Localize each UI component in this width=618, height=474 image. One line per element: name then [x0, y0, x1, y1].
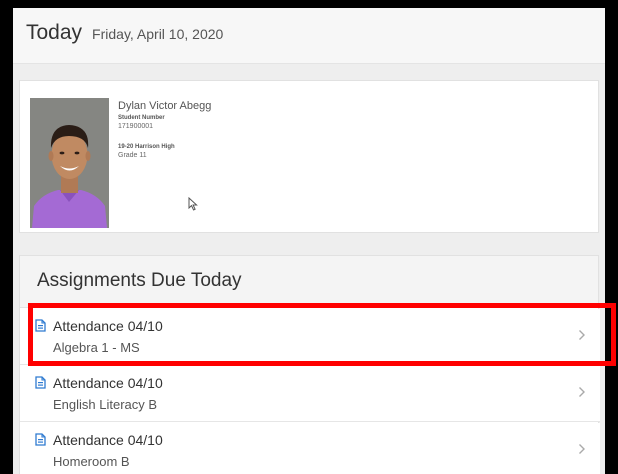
student-card[interactable]: Dylan Victor Abegg Student Number 171900…: [19, 80, 599, 233]
assignments-title: Assignments Due Today: [37, 270, 242, 291]
assignment-title: Attendance 04/10: [53, 432, 163, 448]
document-icon: [35, 319, 46, 337]
assignment-course: Homeroom B: [53, 454, 130, 469]
assignments-due-card: Assignments Due Today Attendance 04/10 A…: [19, 255, 600, 474]
assignment-row[interactable]: Attendance 04/10 Algebra 1 - MS: [20, 309, 600, 365]
student-number: 171900001: [118, 123, 154, 130]
chevron-right-icon: [578, 328, 586, 346]
assignments-header: Assignments Due Today: [20, 256, 598, 308]
chevron-right-icon: [578, 385, 586, 403]
document-icon: [35, 376, 46, 394]
chevron-right-icon: [578, 442, 586, 460]
student-info: Dylan Victor Abegg Student Number 171900…: [118, 100, 211, 159]
page-title: Today: [26, 21, 83, 44]
student-school: 19-20 Harrison High: [118, 144, 175, 150]
student-number-label: Student Number: [118, 115, 165, 121]
document-icon: [35, 433, 46, 451]
assignment-course: Algebra 1 - MS: [53, 340, 140, 355]
assignment-course: English Literacy B: [53, 397, 158, 412]
assignment-row[interactable]: Attendance 04/10 Homeroom B: [20, 423, 600, 474]
student-name: Dylan Victor Abegg: [118, 100, 212, 112]
page-date: Friday, April 10, 2020: [92, 26, 224, 42]
student-grade: Grade 11: [118, 152, 147, 159]
student-photo: [30, 98, 109, 228]
app-frame: Today Friday, April 10, 2020 Dylan Victo…: [13, 8, 605, 474]
assignment-title: Attendance 04/10: [53, 375, 163, 391]
page-header: Today Friday, April 10, 2020: [13, 8, 605, 64]
assignment-title: Attendance 04/10: [53, 318, 163, 334]
assignment-row[interactable]: Attendance 04/10 English Literacy B: [20, 366, 600, 422]
mouse-cursor-icon: [188, 196, 198, 216]
